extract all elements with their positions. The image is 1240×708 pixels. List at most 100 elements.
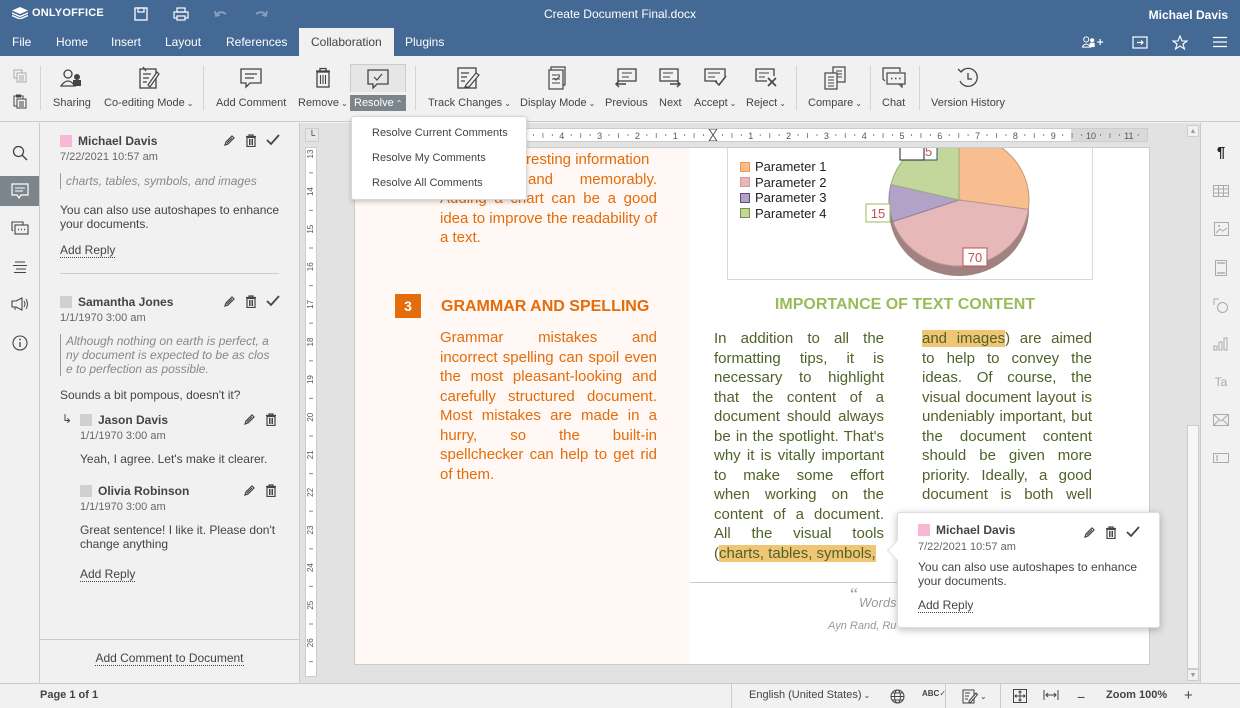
vertical-ruler[interactable]: 13 14 15 16 17 18 19 20 21 22 23 24 25 26 [305,147,317,677]
tab-insert[interactable]: Insert [99,28,153,56]
copy-button[interactable] [11,68,29,84]
reject-icon [755,68,777,87]
header-footer-settings-button[interactable] [1209,257,1233,279]
next-button[interactable]: Next [656,64,685,114]
add-comment-to-document-link[interactable]: Add Comment to Document [95,651,244,666]
delete-comment-button[interactable] [244,294,258,308]
tab-collaboration[interactable]: Collaboration [299,28,394,56]
text-line: idea to improve the readability of [440,209,657,227]
scroll-up-button[interactable]: ▲ [1187,125,1199,137]
tab-file[interactable]: File [0,28,43,56]
edit-comment-button[interactable] [1082,525,1096,539]
scroll-down-button[interactable]: ▼ [1187,669,1199,681]
commented-text-highlight[interactable]: charts, tables, symbols, [719,544,876,562]
feedback-button[interactable] [0,289,39,319]
resolve-button[interactable]: Resolve ⌃ [350,64,407,114]
user-name[interactable]: Michael Davis [1149,8,1228,22]
reply-item[interactable]: Olivia Robinson 1/1/1970 3:00 am Great s… [80,483,280,582]
comment-item[interactable]: Samantha Jones 1/1/1970 3:00 am Although… [60,294,280,402]
track-changes-button[interactable]: Track Changes ⌄ [425,64,514,114]
chat-button[interactable]: Chat [879,64,908,114]
mail-merge-button[interactable] [1209,409,1233,431]
paragraph-settings-button[interactable]: ¶ [1209,141,1233,163]
zoom-in-button[interactable]: + [1184,687,1193,704]
resolve-my-comments-item[interactable]: Resolve My Comments [352,146,526,171]
version-history-button[interactable]: Version History [928,64,1008,114]
ruler-label: 24 [306,563,315,572]
delete-reply-button[interactable] [264,483,278,497]
table-settings-button[interactable] [1209,180,1233,202]
open-location-button[interactable] [1129,34,1151,50]
reject-label: Reject [746,97,778,109]
vertical-scrollbar[interactable]: ▲ ▼ [1186,123,1200,683]
chart-settings-button[interactable] [1209,333,1233,355]
comment-popover[interactable]: Michael Davis 7/22/2021 10:57 am You can… [897,512,1160,628]
document-language-button[interactable] [890,689,905,704]
delete-comment-button[interactable] [244,133,258,147]
headings-icon [12,261,27,273]
reply-arrow-icon: ↳ [62,412,73,426]
fit-to-page-button[interactable] [1013,689,1027,703]
chat-panel-button[interactable] [0,214,39,244]
accept-button[interactable]: Accept ⌄ [691,64,739,114]
add-user-button[interactable] [1082,34,1104,50]
comment-icon [10,183,29,199]
comment-author: Michael Davis [78,134,158,148]
add-reply-link[interactable]: Add Reply [80,567,136,582]
shape-settings-button[interactable] [1209,295,1233,317]
previous-button[interactable]: Previous [602,64,651,114]
delete-comment-button[interactable] [1104,525,1118,539]
chevron-down-icon: ⌄ [980,692,987,701]
comment-date: 1/1/1970 3:00 am [60,312,146,324]
delete-reply-button[interactable] [264,412,278,426]
sharing-button[interactable]: Sharing [50,64,94,114]
resolve-comment-button[interactable] [266,294,280,308]
tab-references[interactable]: References [214,28,299,56]
zoom-level[interactable]: Zoom 100% [1106,689,1167,701]
about-button[interactable] [0,328,39,358]
tab-plugins[interactable]: Plugins [393,28,456,56]
menu-button[interactable] [1209,34,1231,50]
tab-layout[interactable]: Layout [153,28,213,56]
resolve-current-comments-item[interactable]: Resolve Current Comments [352,121,526,146]
form-settings-button[interactable] [1209,447,1233,469]
track-changes-status-button[interactable]: ⌄ [962,689,987,704]
navigation-button[interactable] [0,252,39,282]
commented-text-highlight[interactable]: and images [922,330,1006,347]
edit-reply-button[interactable] [242,483,256,497]
display-mode-button[interactable]: Display Mode ⌄ [517,64,598,114]
tab-home[interactable]: Home [44,28,100,56]
coediting-mode-button[interactable]: Co-editing Mode ⌄ [101,64,196,114]
add-reply-link[interactable]: Add Reply [918,598,974,613]
paste-button[interactable] [11,93,29,109]
reject-button[interactable]: Reject ⌄ [743,64,789,114]
remove-button[interactable]: Remove ⌄ [295,64,351,114]
document-title: Create Document Final.docx [543,7,697,21]
compare-button[interactable]: Compare ⌄ [805,64,865,114]
edit-comment-button[interactable] [222,133,236,147]
reply-item[interactable]: ↳ Jason Davis 1/1/1970 3:00 am Yeah, I a… [62,412,280,466]
resolve-comment-button[interactable] [1126,525,1140,539]
fit-to-width-button[interactable] [1043,689,1059,701]
add-reply-link[interactable]: Add Reply [60,243,116,258]
add-comment-button[interactable]: Add Comment [213,64,289,114]
edit-comment-button[interactable] [222,294,236,308]
language-selector[interactable]: English (United States) ⌄ [749,689,870,701]
comment-text: You can also use autoshapes to enhance y… [60,203,280,231]
zoom-out-button[interactable]: − [1077,689,1085,705]
page-indicator[interactable]: Page 1 of 1 [40,689,98,701]
favorite-button[interactable] [1169,34,1191,50]
edit-reply-button[interactable] [242,412,256,426]
image-settings-button[interactable] [1209,218,1233,240]
comment-item[interactable]: Michael Davis 7/22/2021 10:57 am charts,… [60,133,280,258]
tab-stop-selector[interactable]: └ [305,128,319,142]
text-art-settings-button[interactable]: Ta [1209,371,1233,393]
resolve-comment-button[interactable] [266,133,280,147]
spellcheck-button[interactable]: ABC✓ [922,689,946,698]
comments-panel-button[interactable] [0,176,39,206]
scroll-thumb[interactable] [1187,425,1199,669]
pie-chart[interactable]: Parameter 1 Parameter 2 Parameter 3 Para… [727,148,1093,280]
search-button[interactable] [0,138,39,168]
plus-icon: + [1184,687,1193,704]
resolve-all-comments-item[interactable]: Resolve All Comments [352,171,526,196]
